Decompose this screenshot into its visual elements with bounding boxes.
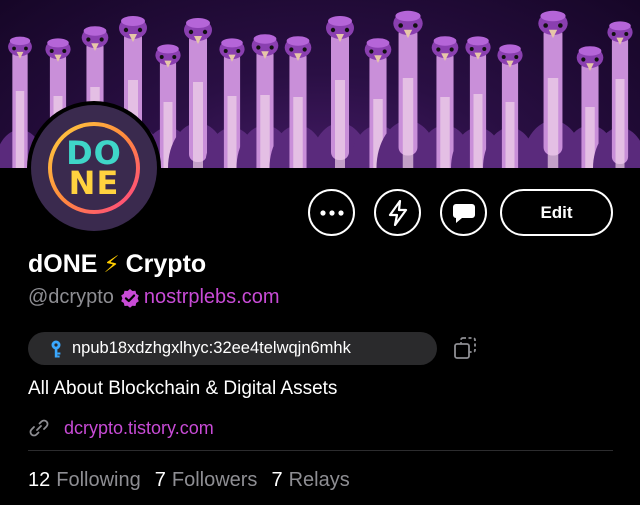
display-name-first: dONE xyxy=(28,250,98,278)
link-icon xyxy=(29,419,49,437)
relays-count: 7 xyxy=(271,469,283,491)
npub-pill[interactable]: npub18xdzhgxlhyc:32ee4telwqjn6mhk xyxy=(28,332,437,365)
done-logo: DO NE xyxy=(48,122,140,214)
npub-text: npub18xdzhgxlhyc:32ee4telwqjn6mhk xyxy=(72,339,351,357)
lightning-icon xyxy=(388,199,407,226)
copy-icon[interactable] xyxy=(452,335,478,361)
profile-about: All About Blockchain & Digital Assets xyxy=(28,378,338,399)
ostrich-figure xyxy=(593,21,640,168)
key-icon xyxy=(51,340,61,357)
ellipsis-icon xyxy=(319,209,344,216)
relays-stat[interactable]: 7 Relays xyxy=(271,469,349,492)
followers-stat[interactable]: 7 Followers xyxy=(155,469,258,492)
following-stat[interactable]: 12 Following xyxy=(28,469,141,492)
edit-profile-button[interactable]: Edit xyxy=(500,189,613,236)
divider xyxy=(28,450,613,451)
followers-count: 7 xyxy=(154,469,166,491)
chat-bubble-icon xyxy=(452,203,475,223)
avatar[interactable]: DO NE xyxy=(27,101,161,235)
following-count: 12 xyxy=(28,469,51,491)
message-button[interactable] xyxy=(440,189,487,236)
relays-label: Relays xyxy=(288,469,350,491)
logo-text-bottom: NE xyxy=(68,164,120,202)
username-handle: @dcrypto xyxy=(28,286,114,308)
following-label: Following xyxy=(56,469,141,491)
display-name: dONE ⚡ Crypto xyxy=(28,250,206,279)
handle-row: @dcrypto nostrplebs.com xyxy=(28,286,280,309)
zap-button[interactable] xyxy=(374,189,421,236)
nip05-domain[interactable]: nostrplebs.com xyxy=(144,286,280,309)
profile-stats: 12 Following 7 Followers 7 Relays xyxy=(28,469,350,492)
avatar-logo: DO NE xyxy=(31,105,157,231)
website-link[interactable]: dcrypto.tistory.com xyxy=(64,418,214,439)
display-name-second: Crypto xyxy=(125,250,207,278)
verified-badge-icon xyxy=(121,288,139,308)
lightning-emoji: ⚡ xyxy=(103,251,120,277)
more-button[interactable] xyxy=(308,189,355,236)
website-row[interactable]: dcrypto.tistory.com xyxy=(28,417,214,439)
followers-label: Followers xyxy=(171,469,258,491)
